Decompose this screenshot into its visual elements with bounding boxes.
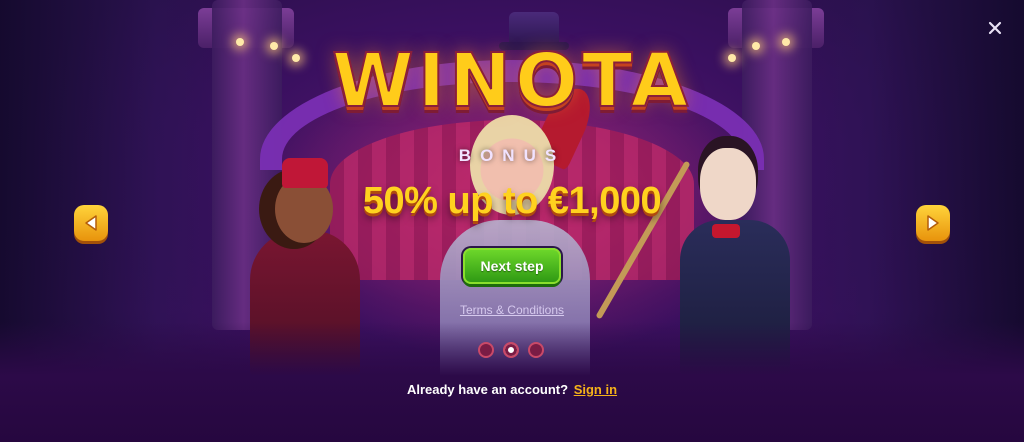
account-prompt-row: Already have an account? Sign in — [0, 382, 1024, 397]
carousel-dot-3[interactable] — [528, 342, 544, 358]
close-icon — [988, 21, 1002, 35]
chevron-left-icon — [85, 215, 97, 231]
stage-light — [782, 38, 790, 46]
stage-light — [270, 42, 278, 50]
stage-light — [752, 42, 760, 50]
next-slide-button[interactable] — [916, 205, 950, 241]
bonus-label: BONUS — [458, 146, 566, 165]
terms-link[interactable]: Terms & Conditions — [460, 303, 564, 317]
next-step-button[interactable]: Next step — [463, 248, 561, 284]
brand-logo: WINOTA — [331, 37, 692, 125]
sign-in-link[interactable]: Sign in — [574, 382, 617, 397]
bonus-offer: 50% up to €1,000 — [362, 180, 662, 222]
previous-slide-button[interactable] — [74, 205, 108, 241]
stage-light — [728, 54, 736, 62]
stage-light — [292, 54, 300, 62]
carousel-dot-2-active[interactable] — [503, 342, 519, 358]
stage-light — [236, 38, 244, 46]
account-prompt-text: Already have an account? — [406, 382, 569, 397]
chevron-right-icon — [927, 215, 939, 231]
close-button[interactable] — [984, 17, 1006, 39]
carousel-dots — [478, 342, 544, 358]
character-gentleman-bowtie — [712, 224, 740, 238]
promo-modal: WINOTA BONUS 50% up to €1,000 Next step … — [0, 0, 1024, 442]
carousel-dot-1[interactable] — [478, 342, 494, 358]
terms-container: Terms & Conditions — [0, 301, 1024, 319]
